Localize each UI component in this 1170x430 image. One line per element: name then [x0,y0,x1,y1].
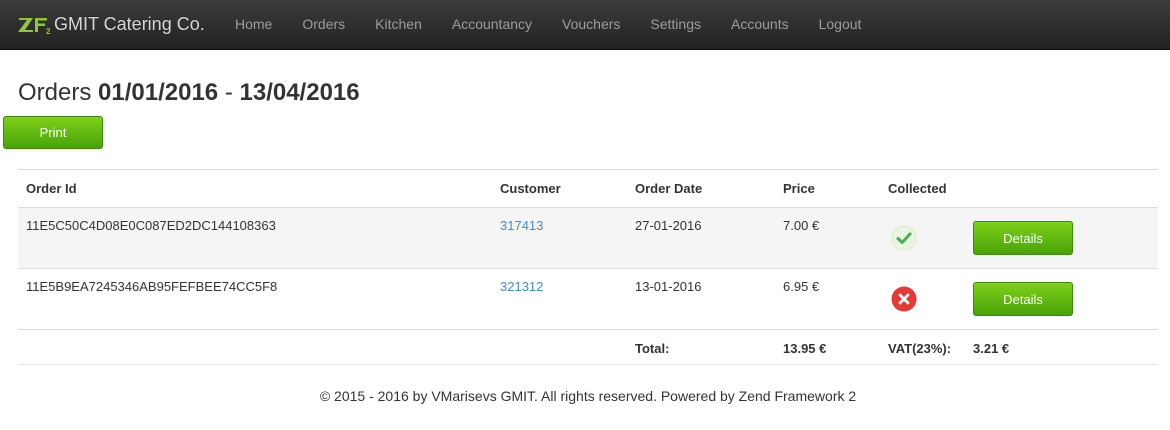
vat-label: VAT(23%): [888,341,952,356]
brand-link[interactable]: 2 GMIT Catering Co. [17,0,205,49]
title-prefix: Orders [18,79,92,106]
print-button[interactable]: Print [3,116,103,149]
price-cell: 6.95 € [775,268,880,330]
total-value: 13.95 € [783,341,827,356]
header-collected: Collected [880,169,965,208]
check-circle-icon [891,225,917,251]
header-actions [965,169,1158,208]
customer-link[interactable]: 317413 [500,218,543,233]
order-date-cell: 27-01-2016 [627,207,775,269]
brand-title: GMIT Catering Co. [54,14,205,34]
order-id-cell: 11E5C50C4D08E0C087ED2DC144108363 [18,207,492,269]
top-navbar: 2 GMIT Catering Co. Home Orders Kitchen … [0,0,1170,50]
page-content: Orders 01/01/2016 - 13/04/2016 [0,50,1170,107]
details-button[interactable]: Details [973,221,1073,255]
cross-circle-icon [891,286,917,312]
orders-table: Order Id Customer Order Date Price Colle… [18,169,1158,367]
nav-accounts[interactable]: Accounts [716,0,804,49]
footer-text: © 2015 - 2016 by VMarisevs GMIT. All rig… [319,388,857,404]
nav-home[interactable]: Home [220,0,287,49]
table-row: 11E5B9EA7245346AB95FEFBEE74CC5F8 321312 … [18,268,1158,330]
total-label: Total: [635,341,670,356]
total-row: Total: 13.95 € VAT(23%): 3.21 € [18,330,1158,368]
date-to: 13/04/2016 [239,79,360,106]
details-button[interactable]: Details [973,282,1073,316]
table-row: 11E5C50C4D08E0C087ED2DC144108363 317413 … [18,207,1158,269]
vat-value: 3.21 € [973,341,1010,356]
main-nav: Home Orders Kitchen Accountancy Vouchers… [220,0,876,49]
header-order-id: Order Id [18,169,492,208]
nav-orders[interactable]: Orders [287,0,360,49]
nav-kitchen[interactable]: Kitchen [360,0,437,49]
order-id-cell: 11E5B9EA7245346AB95FEFBEE74CC5F8 [18,268,492,330]
header-order-date: Order Date [627,169,775,208]
nav-settings[interactable]: Settings [635,0,716,49]
price-cell: 7.00 € [775,207,880,269]
page-title: Orders 01/01/2016 - 13/04/2016 [18,50,1152,107]
table-header-row: Order Id Customer Order Date Price Colle… [18,169,1158,208]
customer-link[interactable]: 321312 [500,279,543,294]
footer-divider [18,364,1158,365]
date-from: 01/01/2016 [98,79,219,106]
nav-accountancy[interactable]: Accountancy [437,0,547,49]
order-date-cell: 13-01-2016 [627,268,775,330]
nav-logout[interactable]: Logout [804,0,877,49]
zend-logo-icon: 2 [17,15,51,36]
header-price: Price [775,169,880,208]
nav-vouchers[interactable]: Vouchers [547,0,635,49]
header-customer: Customer [492,169,627,208]
date-separator: - [224,79,233,106]
svg-text:2: 2 [46,27,51,35]
